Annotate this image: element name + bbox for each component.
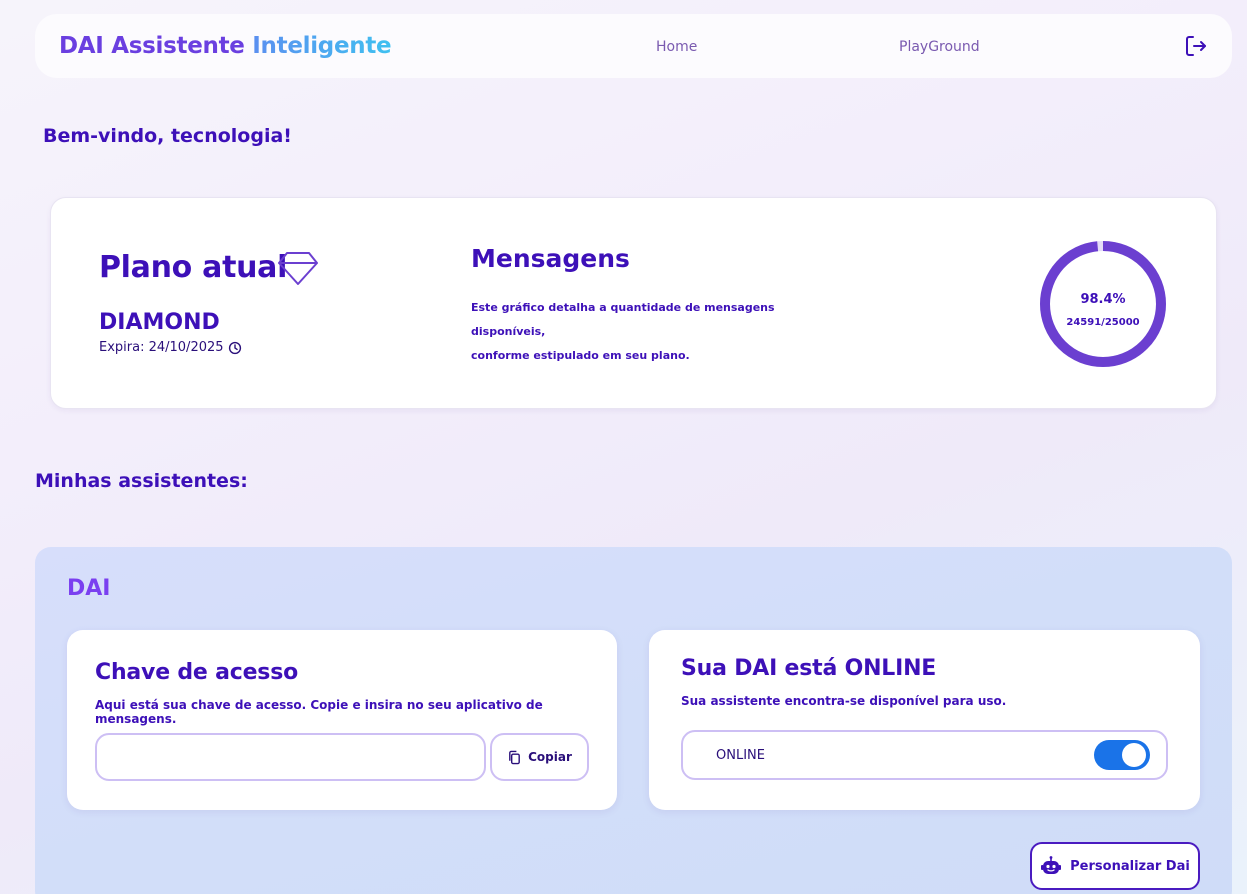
robot-icon <box>1041 856 1062 874</box>
assistants-heading: Minhas assistentes: <box>35 470 248 492</box>
status-card: Sua DAI está ONLINE Sua assistente encon… <box>649 630 1200 810</box>
copy-icon <box>509 750 520 764</box>
copy-button[interactable]: Copiar <box>490 733 589 781</box>
online-toggle[interactable] <box>1094 740 1150 770</box>
clock-icon <box>228 341 241 354</box>
messages-count: 24591/25000 <box>1066 317 1140 328</box>
nav-home-link[interactable]: Home <box>656 38 697 56</box>
copy-button-label: Copiar <box>528 750 572 764</box>
messages-title: Mensagens <box>471 244 630 273</box>
plan-expiration: Expira: 24/10/2025 <box>99 340 242 355</box>
access-key-card: Chave de acesso Aqui está sua chave de a… <box>67 630 617 810</box>
toggle-knob <box>1122 743 1146 767</box>
welcome-heading: Bem-vindo, tecnologia! <box>43 125 292 147</box>
logout-icon[interactable] <box>1184 34 1208 58</box>
plan-name: DIAMOND <box>99 310 220 335</box>
nav-playground-link[interactable]: PlayGround <box>899 38 980 56</box>
messages-description-line: conforme estipulado em seu plano. <box>471 349 690 362</box>
top-navbar: DAI Assistente Inteligente Home PlayGrou… <box>35 14 1232 78</box>
status-title: Sua DAI está ONLINE <box>681 656 937 681</box>
plan-title: Plano atual <box>99 250 288 285</box>
access-key-input[interactable] <box>95 733 486 781</box>
assistant-name: DAI <box>67 576 111 601</box>
brand-logo[interactable]: DAI Assistente Inteligente <box>59 31 392 61</box>
access-key-description: Aqui está sua chave de acesso. Copie e i… <box>95 698 543 726</box>
access-key-title: Chave de acesso <box>95 660 299 685</box>
brand-name: DAI Assistente <box>59 33 245 59</box>
personalize-button-label: Personalizar Dai <box>1070 858 1190 874</box>
status-description: Sua assistente encontra-se disponível pa… <box>681 694 1007 708</box>
plan-expiration-text: Expira: 24/10/2025 <box>99 340 224 355</box>
plan-card: Plano atual DIAMOND Expira: 24/10/2025 M… <box>50 197 1217 409</box>
assistant-panel: DAI Chave de acesso Aqui está sua chave … <box>35 547 1232 894</box>
messages-description-line: Este gráfico detalha a quantidade de men… <box>471 301 775 338</box>
status-row: ONLINE <box>681 730 1168 780</box>
messages-description: Este gráfico detalha a quantidade de men… <box>471 296 831 368</box>
messages-percent: 98.4% <box>1080 292 1126 307</box>
diamond-icon <box>278 252 318 285</box>
brand-name-highlight: Inteligente <box>252 33 392 59</box>
status-label: ONLINE <box>716 748 765 763</box>
personalize-button[interactable]: Personalizar Dai <box>1030 842 1200 890</box>
